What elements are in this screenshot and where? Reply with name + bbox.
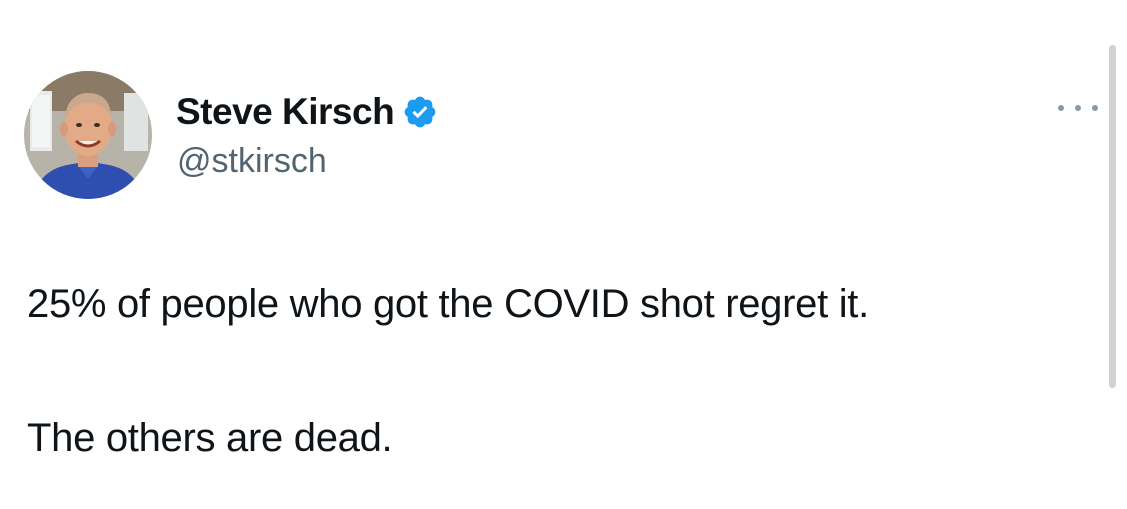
tweet-text-line: 25% of people who got the COVID shot reg… (27, 282, 869, 326)
dot (1092, 105, 1098, 111)
author-name-row: Steve Kirsch (176, 89, 438, 135)
avatar[interactable] (24, 71, 152, 199)
avatar-photo (24, 71, 152, 199)
tweet-card: Steve Kirsch @stkirsch 25% of people who… (0, 0, 1127, 509)
dot (1075, 105, 1081, 111)
tweet-text-line: The others are dead. (27, 416, 393, 460)
scrollbar[interactable] (1109, 45, 1116, 388)
more-options-icon[interactable] (1058, 100, 1098, 116)
verified-badge-icon (402, 94, 438, 130)
author-display-name[interactable]: Steve Kirsch (176, 91, 395, 133)
author-handle[interactable]: @stkirsch (177, 142, 327, 181)
dot (1058, 105, 1064, 111)
